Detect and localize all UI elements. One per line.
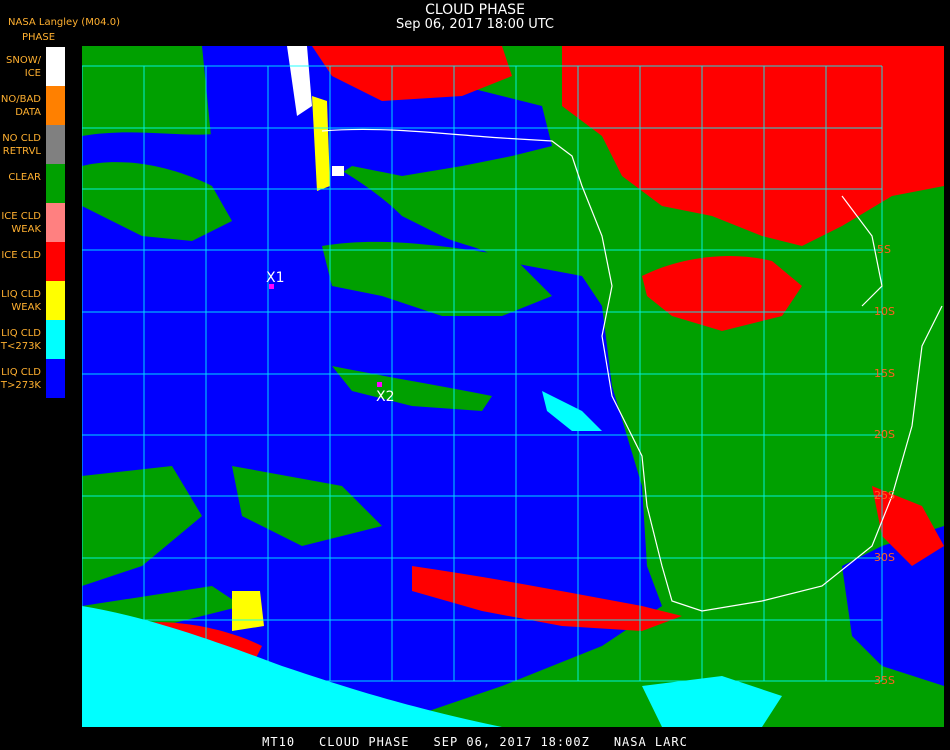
legend-label: LIQ CLD T>273K bbox=[0, 367, 41, 391]
legend-item-ice-cld: ICE CLD bbox=[0, 242, 66, 281]
legend-label: CLEAR bbox=[8, 172, 41, 183]
marker-x2-label: X2 bbox=[376, 389, 395, 405]
legend-item-no-bad-data: NO/BAD DATA bbox=[0, 86, 66, 125]
legend-item-no-cld-retrvl: NO CLD RETRVL bbox=[0, 125, 66, 164]
cloud-phase-map: X1 X2 5S 10S 15S 20S 25S 30S 35S bbox=[82, 46, 944, 727]
legend-swatch bbox=[46, 125, 65, 164]
footer-source: NASA LARC bbox=[613, 735, 688, 749]
legend-item-ice-cld-weak: ICE CLD WEAK bbox=[0, 203, 66, 242]
footer-name: CLOUD PHASE bbox=[319, 735, 410, 749]
footer-caption: MT10 CLOUD PHASE SEP 06, 2017 18:00Z NASA L… bbox=[0, 735, 950, 749]
legend-item-liq-cld-weak: LIQ CLD WEAK bbox=[0, 281, 66, 320]
legend-swatch bbox=[46, 47, 65, 86]
map-title: CLOUD PHASE bbox=[425, 2, 525, 18]
map-timestamp: Sep 06, 2017 18:00 UTC bbox=[395, 17, 555, 32]
footer-product: MT10 bbox=[262, 735, 296, 749]
marker-x2-dot bbox=[377, 382, 382, 387]
lat-label-20s: 20S bbox=[874, 428, 895, 441]
legend-label: SNOW/ ICE bbox=[6, 55, 41, 79]
legend-item-liq-cld-cold: LIQ CLD T<273K bbox=[0, 320, 66, 359]
legend-label: ICE CLD bbox=[1, 250, 41, 261]
legend-title: PHASE bbox=[22, 32, 56, 43]
legend-label: LIQ CLD T<273K bbox=[0, 328, 41, 352]
legend-item-snow-ice: SNOW/ ICE bbox=[0, 47, 66, 86]
legend-swatch bbox=[46, 359, 65, 398]
legend-label: NO CLD RETRVL bbox=[2, 133, 41, 157]
footer-date: SEP 06, 2017 18:00Z bbox=[433, 735, 590, 749]
lat-label-35s: 35S bbox=[874, 674, 895, 687]
legend-label: LIQ CLD WEAK bbox=[1, 289, 41, 313]
legend-item-liq-cld-warm: LIQ CLD T>273K bbox=[0, 359, 66, 398]
legend-label: NO/BAD DATA bbox=[0, 94, 41, 118]
lat-label-5s: 5S bbox=[877, 243, 891, 256]
lat-label-25s: 25S bbox=[874, 489, 895, 502]
lat-label-30s: 30S bbox=[874, 551, 895, 564]
legend-swatch bbox=[46, 242, 65, 281]
legend-item-clear: CLEAR bbox=[0, 164, 66, 203]
legend-swatch bbox=[46, 203, 65, 242]
lat-label-15s: 15S bbox=[874, 367, 895, 380]
phase-legend: SNOW/ ICE NO/BAD DATA NO CLD RETRVL CLEA… bbox=[0, 47, 66, 398]
lat-label-10s: 10S bbox=[874, 305, 895, 318]
marker-x1-label: X1 bbox=[266, 270, 285, 286]
legend-swatch bbox=[46, 164, 65, 203]
legend-swatch bbox=[46, 281, 65, 320]
legend-label: ICE CLD WEAK bbox=[1, 211, 41, 235]
legend-swatch bbox=[46, 320, 65, 359]
legend-swatch bbox=[46, 86, 65, 125]
